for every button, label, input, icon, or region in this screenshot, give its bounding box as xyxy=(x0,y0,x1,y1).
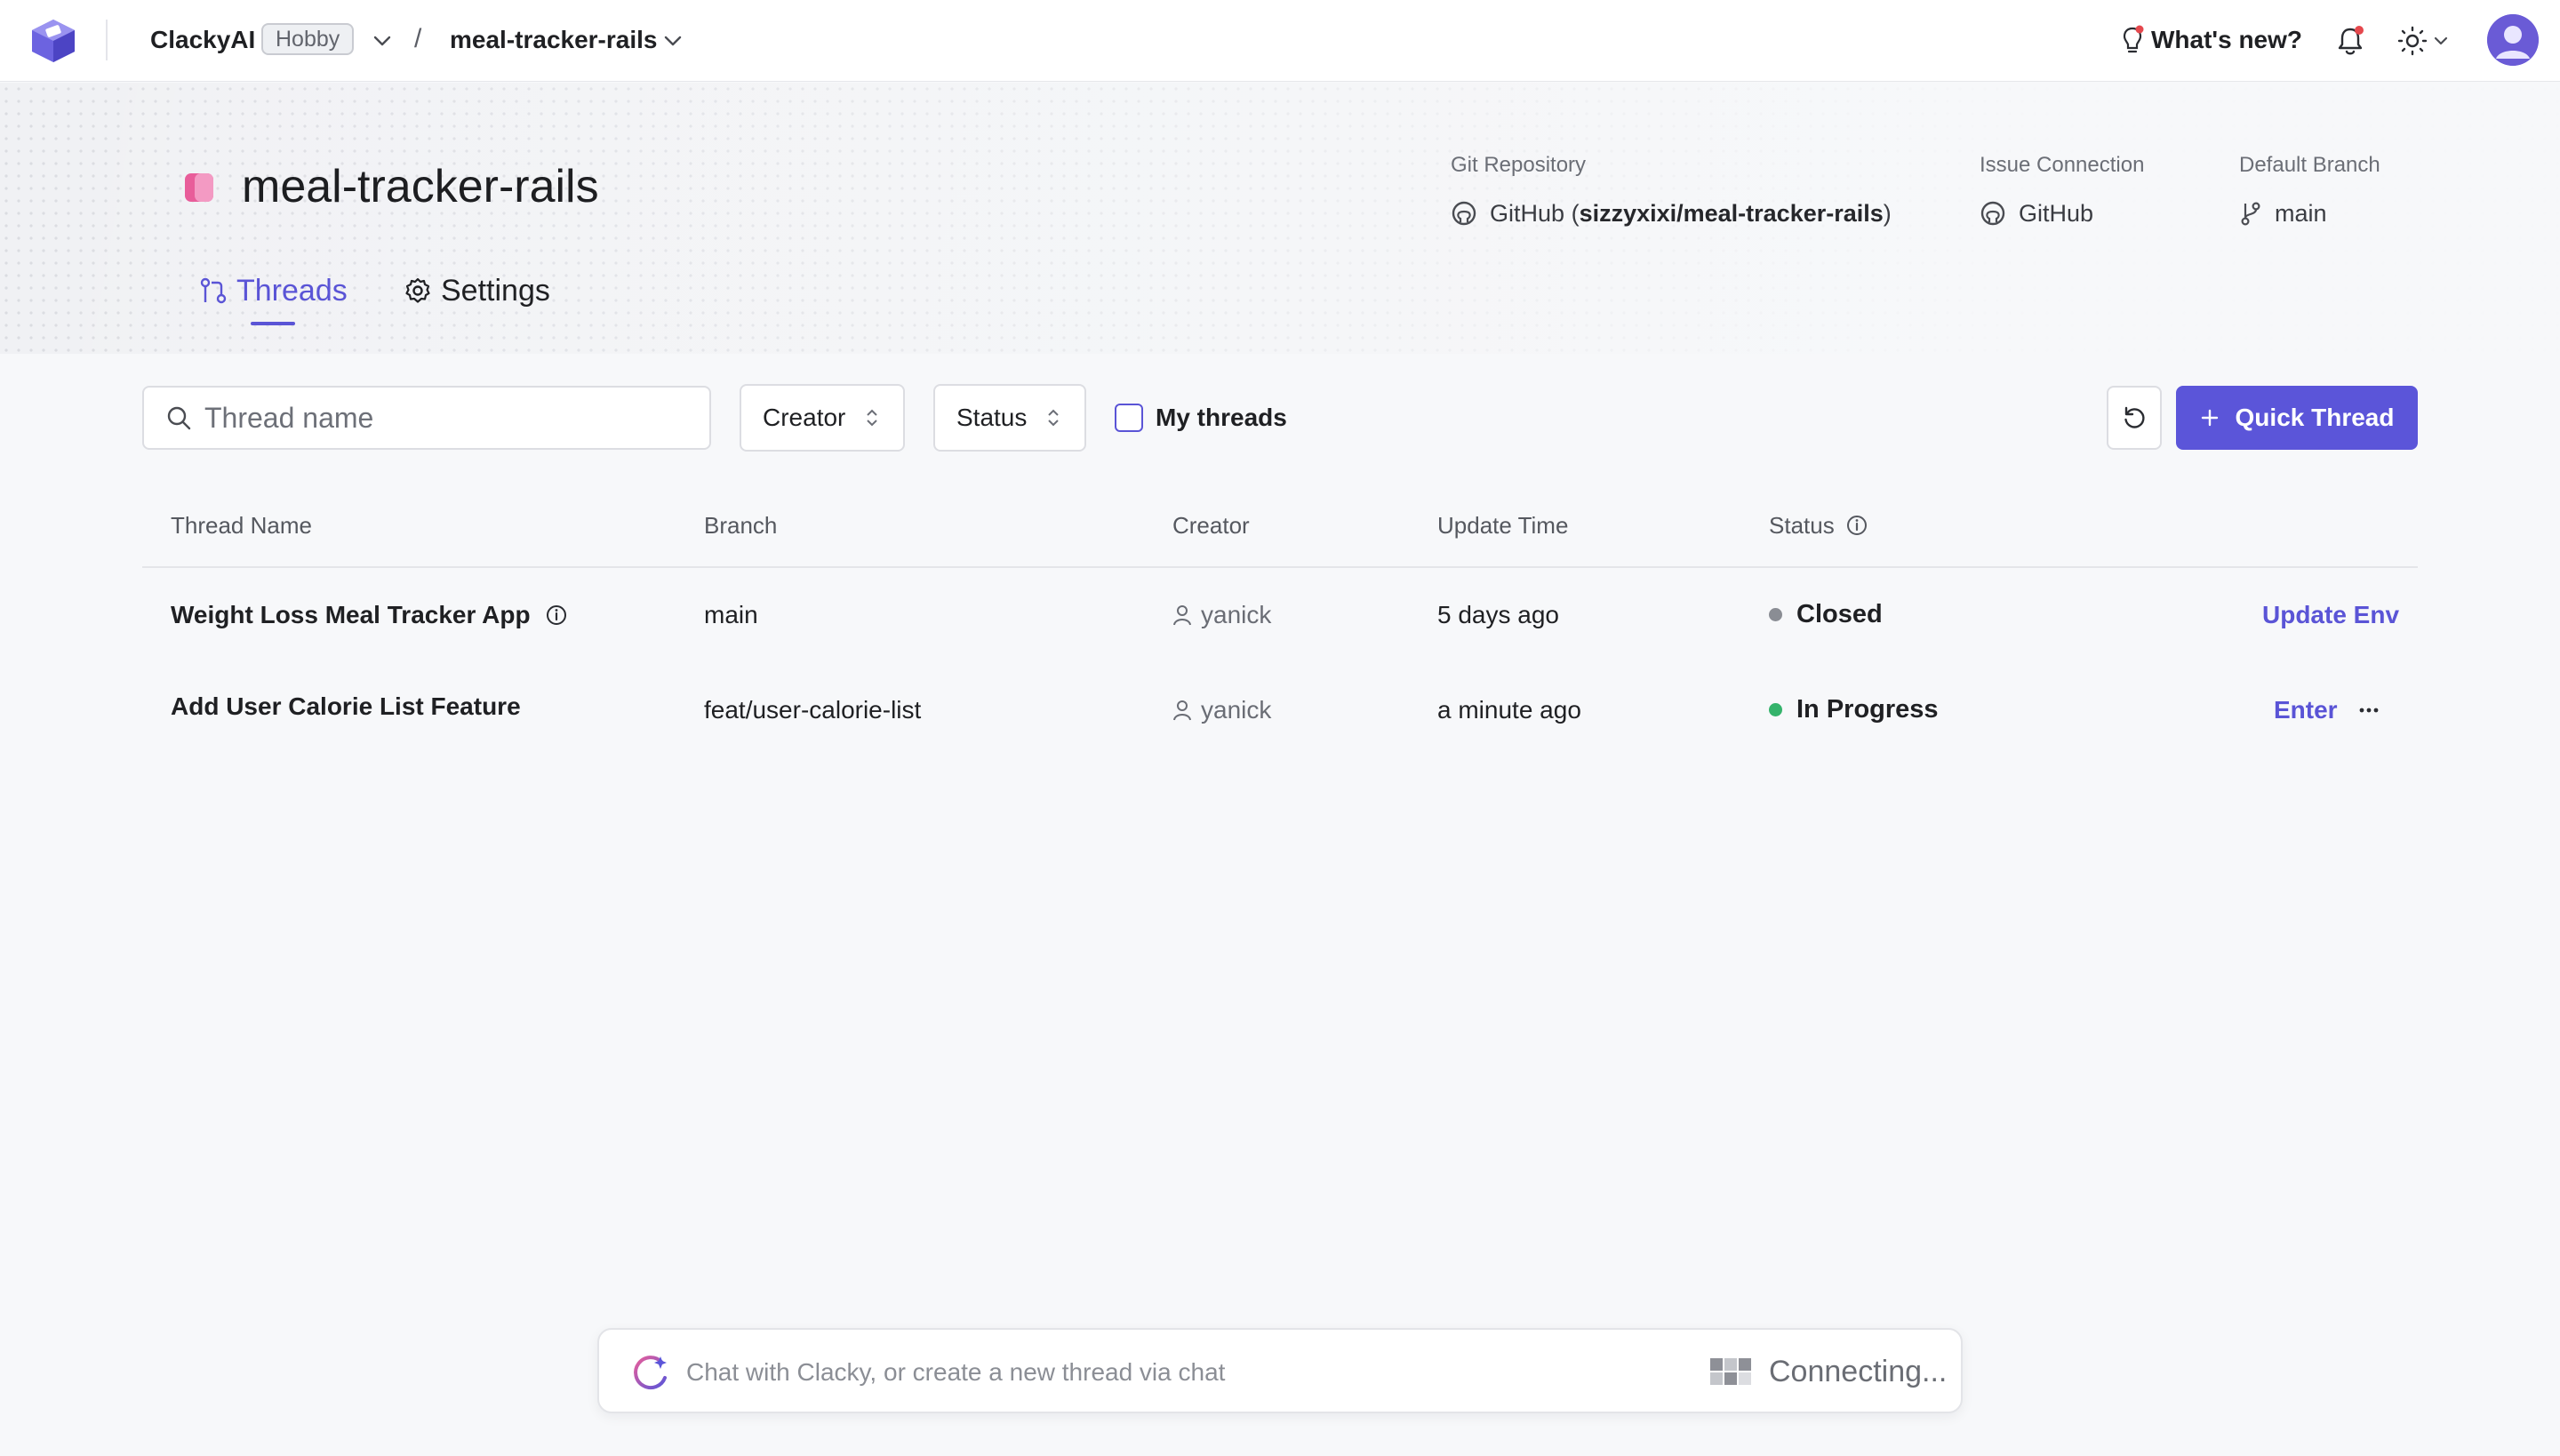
my-threads-label: My threads xyxy=(1156,404,1287,431)
user-avatar[interactable] xyxy=(2487,14,2539,66)
default-branch-label: Default Branch xyxy=(2239,153,2380,177)
update-time-cell: a minute ago xyxy=(1437,696,1581,724)
column-header-creator: Creator xyxy=(1172,512,1250,539)
status-dot xyxy=(1769,607,1782,621)
breadcrumb-project-name[interactable]: meal-tracker-rails xyxy=(450,25,657,55)
git-repo-name: sizzyxixi/meal-tracker-rails xyxy=(1579,200,1884,227)
update-time-cell: 5 days ago xyxy=(1437,601,1559,628)
git-repo-close-paren: ) xyxy=(1883,200,1892,227)
info-icon[interactable] xyxy=(1845,514,1868,537)
branch-cell: feat/user-calorie-list xyxy=(704,696,922,724)
git-branch-icon xyxy=(2241,202,2260,226)
github-icon xyxy=(1980,201,2005,226)
my-threads-toggle[interactable]: My threads xyxy=(1115,402,1287,434)
column-header-branch: Branch xyxy=(704,512,778,539)
threads-icon xyxy=(200,277,227,304)
thread-search-box[interactable] xyxy=(142,386,711,450)
thread-name: Weight Loss Meal Tracker App xyxy=(171,601,531,628)
branch-cell: main xyxy=(704,601,758,628)
user-avatar-icon xyxy=(2487,14,2539,66)
top-navigation-bar: ClackyAI Hobby / meal-tracker-rails What… xyxy=(0,0,2560,82)
issue-connection-value[interactable]: GitHub xyxy=(1980,198,2093,228)
topbar-divider xyxy=(106,20,108,60)
theme-toggle-sun-icon[interactable] xyxy=(2396,23,2455,59)
org-name[interactable]: ClackyAI xyxy=(150,25,255,55)
org-switcher-chevron-down-icon[interactable] xyxy=(368,27,396,55)
default-branch-name: main xyxy=(2275,200,2327,227)
gear-icon xyxy=(405,277,430,303)
tab-threads[interactable]: Threads xyxy=(199,269,348,312)
update-env-link[interactable]: Update Env xyxy=(2262,599,2399,631)
git-provider-name: GitHub xyxy=(1490,200,1565,227)
chat-placeholder[interactable]: Chat with Clacky, or create a new thread… xyxy=(686,1356,1225,1388)
project-title: meal-tracker-rails xyxy=(242,161,599,212)
creator-filter-select[interactable]: Creator xyxy=(740,384,905,452)
clacky-chat-icon xyxy=(634,1356,667,1390)
whats-new-label: What's new? xyxy=(2151,26,2302,53)
status-cell: Closed xyxy=(1769,598,1883,630)
column-header-status: Status xyxy=(1769,510,1868,540)
thread-name-cell[interactable]: Weight Loss Meal Tracker App xyxy=(171,599,568,631)
status-badge: In Progress xyxy=(1796,695,1939,724)
creator-cell: yanick xyxy=(1172,599,1271,631)
search-icon xyxy=(167,406,191,430)
thread-name-cell[interactable]: Add User Calorie List Feature xyxy=(171,691,521,723)
enter-thread-link[interactable]: Enter xyxy=(2274,694,2338,726)
issue-connection-name: GitHub xyxy=(2019,200,2094,227)
project-color-icon xyxy=(185,173,213,202)
status-dot xyxy=(1769,702,1782,716)
issue-connection-label: Issue Connection xyxy=(1980,153,2145,177)
creator-filter-label: Creator xyxy=(763,404,846,431)
connection-status-text: Connecting... xyxy=(1769,1355,1948,1388)
connecting-status-icon xyxy=(1710,1358,1751,1385)
active-tab-indicator xyxy=(251,322,295,325)
breadcrumb-separator: / xyxy=(414,24,422,53)
thread-name: Add User Calorie List Feature xyxy=(171,692,521,720)
user-icon xyxy=(1173,700,1191,721)
status-filter-label: Status xyxy=(956,404,1028,431)
creator-name: yanick xyxy=(1201,601,1272,628)
git-repository-value[interactable]: GitHub (sizzyxixi/meal-tracker-rails) xyxy=(1451,198,1892,228)
creator-cell: yanick xyxy=(1172,694,1271,726)
creator-name: yanick xyxy=(1201,696,1272,724)
project-switcher-chevron-down-icon[interactable] xyxy=(659,27,687,55)
info-icon[interactable] xyxy=(545,604,568,627)
tab-settings[interactable]: Settings xyxy=(404,269,550,312)
status-filter-select[interactable]: Status xyxy=(933,384,1086,452)
default-branch-value: main xyxy=(2239,198,2327,228)
tab-threads-label: Threads xyxy=(236,274,348,308)
table-header-divider xyxy=(142,566,2418,568)
lightbulb-icon xyxy=(2123,25,2144,53)
github-icon xyxy=(1452,201,1476,226)
tab-settings-label: Settings xyxy=(441,274,550,308)
quick-thread-label: Quick Thread xyxy=(2235,404,2395,431)
plus-icon xyxy=(2201,409,2218,427)
thread-search-input[interactable] xyxy=(204,401,684,435)
clacky-logo-icon[interactable] xyxy=(27,16,80,66)
sort-chevrons-icon xyxy=(867,409,877,427)
project-header: meal-tracker-rails Git Repository GitHub… xyxy=(0,83,2560,354)
column-header-update-time: Update Time xyxy=(1437,512,1569,539)
quick-thread-button[interactable]: Quick Thread xyxy=(2176,386,2418,450)
status-badge: Closed xyxy=(1796,600,1883,628)
column-header-thread-name: Thread Name xyxy=(171,512,312,539)
refresh-button[interactable] xyxy=(2107,386,2162,450)
plan-badge: Hobby xyxy=(261,23,355,55)
whats-new-button[interactable]: What's new? xyxy=(2119,21,2302,59)
git-repository-label: Git Repository xyxy=(1451,153,1587,177)
more-options-icon[interactable] xyxy=(2357,699,2380,722)
user-icon xyxy=(1173,605,1191,626)
sort-chevrons-icon xyxy=(1048,409,1059,427)
chat-input-bar[interactable]: Chat with Clacky, or create a new thread… xyxy=(597,1328,1963,1413)
status-cell: In Progress xyxy=(1769,693,1939,725)
my-threads-checkbox[interactable] xyxy=(1115,404,1143,432)
notification-bell-icon[interactable] xyxy=(2332,23,2368,59)
git-repo-open-paren: ( xyxy=(1571,200,1580,227)
refresh-icon xyxy=(2124,406,2145,428)
